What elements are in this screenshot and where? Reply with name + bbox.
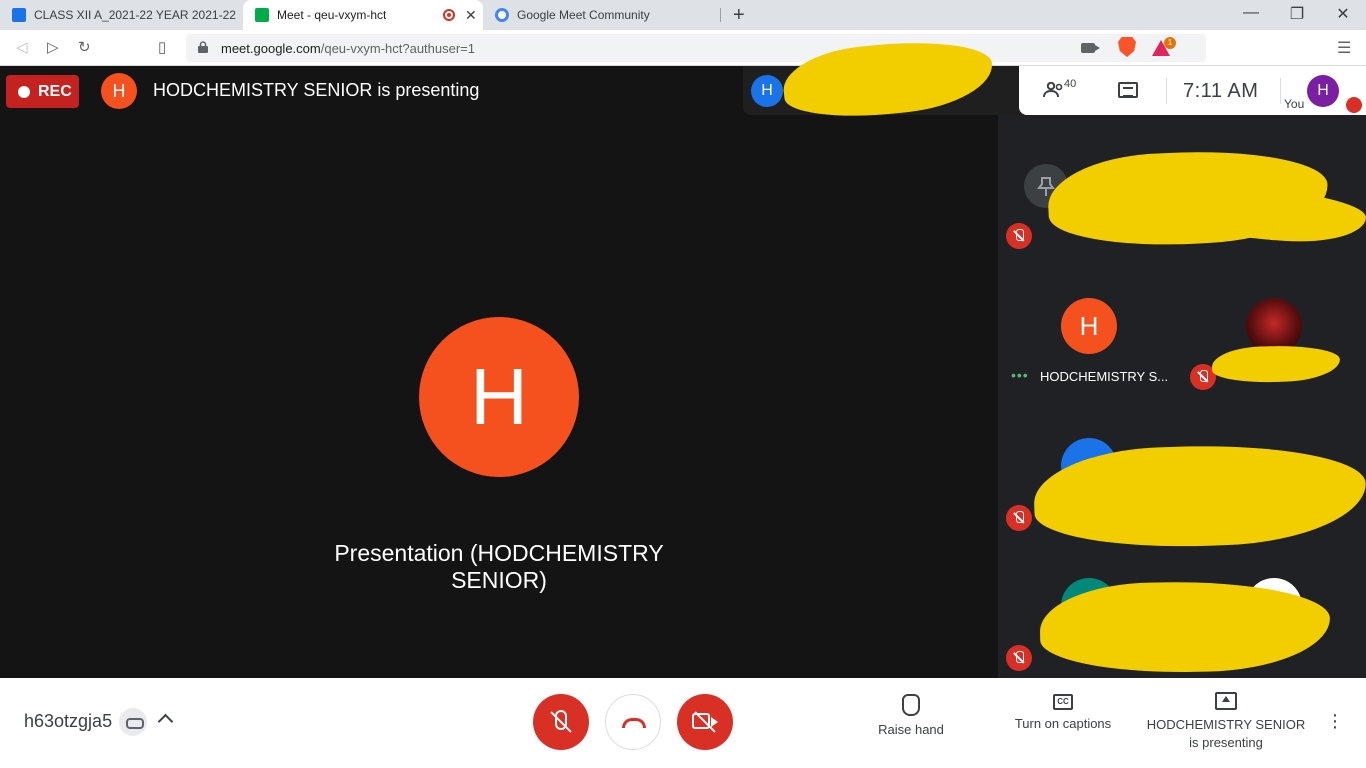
captions-label: Turn on captions [1014, 716, 1112, 731]
you-label: You [1284, 97, 1305, 111]
bookmark-icon[interactable]: ▯ [158, 38, 166, 56]
raise-hand-label: Raise hand [878, 722, 944, 737]
tab-meet-community[interactable]: Google Meet Community [483, 0, 721, 30]
hangup-icon [622, 718, 646, 728]
meeting-clock: 7:11 AM [1183, 80, 1259, 102]
more-options-icon[interactable]: · · · [1330, 705, 1340, 737]
divider [1166, 78, 1167, 104]
present-icon [1215, 692, 1237, 710]
camera-in-use-icon[interactable] [1081, 43, 1100, 53]
rewards-badge: 1 [1164, 37, 1176, 49]
leave-call-button[interactable] [605, 694, 661, 750]
tab-label: CLASS XII A_2021-22 YEAR 2021-22 [34, 8, 236, 22]
captions-button[interactable]: CC Turn on captions [1003, 694, 1123, 731]
hand-icon [902, 694, 920, 716]
mic-off-icon [1006, 223, 1032, 249]
minimize-button[interactable]: — [1241, 4, 1261, 22]
classroom-icon [12, 8, 26, 22]
tab-label: Meet - qeu-vxym-hct [277, 8, 387, 22]
url-text: meet.google.com/qeu-vxym-hct?authuser=1 [221, 41, 475, 56]
toggle-microphone-button[interactable] [533, 694, 589, 750]
tab-divider [720, 8, 721, 22]
people-icon[interactable] [1043, 82, 1065, 98]
captions-icon: CC [1053, 694, 1073, 710]
presenting-button[interactable]: HODCHEMISTRY SENIOR is presenting [1140, 692, 1312, 752]
url-path: /qeu-vxym-hct?authuser=1 [320, 41, 476, 56]
tab-label: Google Meet Community [517, 8, 650, 22]
self-mic-off-icon [1346, 97, 1362, 113]
browser-tab-strip: CLASS XII A_2021-22 YEAR 2021-22 Meet - … [0, 0, 1366, 30]
attachment-icon[interactable] [119, 708, 147, 736]
presenting-label-2: is presenting [1189, 735, 1263, 750]
speaking-indicator-icon: ••• [1011, 367, 1029, 383]
browser-menu-icon[interactable]: ☰ [1337, 38, 1351, 58]
recording-badge: REC [6, 75, 79, 108]
tab-classroom[interactable]: CLASS XII A_2021-22 YEAR 2021-22 [0, 0, 240, 30]
close-tab-icon[interactable]: ✕ [465, 7, 477, 24]
url-host: meet.google.com [221, 41, 321, 56]
record-dot-icon [18, 85, 30, 98]
restore-button[interactable]: ❐ [1287, 4, 1307, 24]
forward-button[interactable]: ▷ [47, 38, 59, 56]
new-tab-button[interactable]: + [733, 4, 745, 27]
participant-avatar: H [1061, 298, 1117, 354]
mic-off-icon [1006, 505, 1032, 531]
back-button[interactable]: ◁ [16, 38, 28, 56]
participant-name: HODCHEMISTRY S... [1040, 369, 1169, 384]
divider [1280, 78, 1281, 104]
presenter-avatar: H [101, 73, 137, 109]
presentation-label: Presentation (HODCHEMISTRY SENIOR) [334, 540, 664, 593]
close-window-button[interactable]: ✕ [1333, 4, 1353, 24]
address-bar[interactable]: meet.google.com/qeu-vxym-hct?authuser=1 [186, 34, 1206, 62]
self-view-avatar: H [751, 75, 783, 107]
self-avatar[interactable]: H [1307, 75, 1339, 107]
presenting-label-1: HODCHEMISTRY SENIOR [1146, 717, 1306, 732]
presentation-avatar: H [419, 317, 579, 477]
presenting-title: HODCHEMISTRY SENIOR is presenting [153, 80, 480, 100]
chat-icon[interactable] [1118, 82, 1138, 98]
meeting-code: h63otzgja5 [24, 711, 113, 731]
toggle-camera-button[interactable] [677, 694, 733, 750]
lock-icon [198, 41, 208, 53]
meet-icon [255, 8, 269, 22]
raise-hand-button[interactable]: Raise hand [866, 694, 956, 737]
recording-icon [443, 9, 455, 21]
reload-button[interactable]: ↻ [78, 38, 91, 56]
rec-label: REC [38, 82, 72, 100]
google-icon [495, 8, 509, 22]
people-count: 40 [1064, 78, 1077, 90]
mic-off-icon [1006, 645, 1032, 671]
